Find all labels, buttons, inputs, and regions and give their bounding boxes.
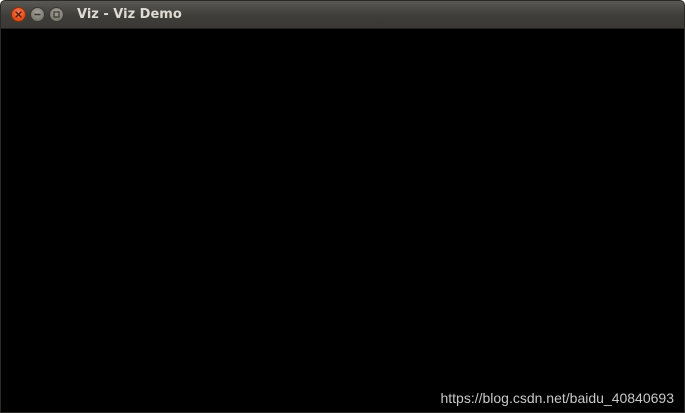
- close-icon: [15, 11, 22, 18]
- app-window: Viz - Viz Demo https://blog.csdn.net/bai…: [0, 0, 685, 413]
- title-bar[interactable]: Viz - Viz Demo: [1, 1, 684, 29]
- close-button[interactable]: [11, 7, 26, 22]
- watermark-text: https://blog.csdn.net/baidu_40840693: [440, 390, 674, 406]
- maximize-icon: [53, 11, 60, 18]
- minimize-icon: [34, 13, 41, 16]
- window-title: Viz - Viz Demo: [77, 7, 182, 22]
- viz-render-canvas[interactable]: https://blog.csdn.net/baidu_40840693: [1, 29, 684, 412]
- maximize-button[interactable]: [49, 7, 64, 22]
- minimize-button[interactable]: [30, 7, 45, 22]
